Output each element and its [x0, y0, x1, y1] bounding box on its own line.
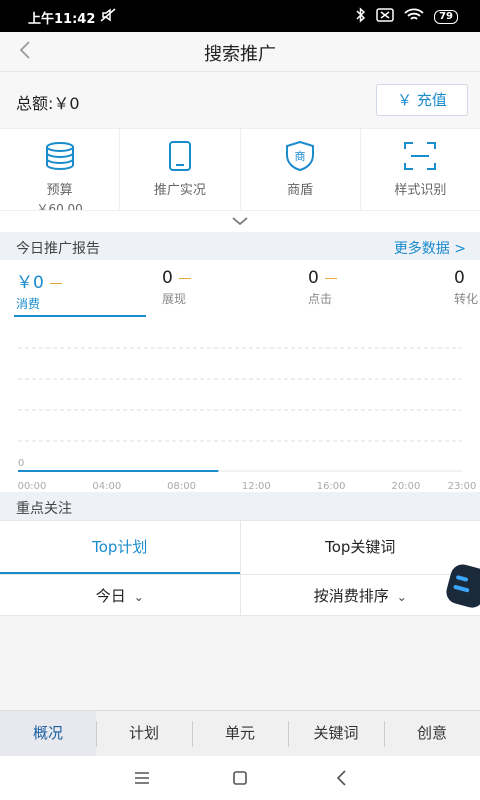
metric-impressions[interactable]: 0 展现 — [162, 268, 191, 307]
tab-overview[interactable]: 概况 — [0, 711, 96, 756]
bottom-tab-bar: 概况 计划 单元 关键词 创意 — [0, 710, 480, 756]
quick-style-recognition[interactable]: 样式识别 — [361, 129, 480, 210]
metric-impressions-value: 0 — [162, 268, 173, 288]
metric-clicks[interactable]: 0 点击 — [308, 268, 337, 307]
mute-icon — [100, 7, 118, 27]
report-title: 今日推广报告 — [16, 241, 100, 257]
menu-icon[interactable] — [132, 768, 152, 788]
back-icon[interactable] — [332, 768, 352, 788]
metric-active-indicator — [14, 315, 146, 317]
metric-cost-value: ￥0 — [16, 273, 44, 293]
quick-style-label: 样式识别 — [394, 183, 447, 198]
quick-actions: 预算 ￥60.00 推广实况 商 商盾 样式识别 — [0, 128, 480, 216]
chart-x-tick: 20:00 — [391, 481, 420, 492]
page-title: 搜索推广 — [204, 44, 276, 65]
sim-off-icon — [376, 8, 394, 26]
focus-header: 重点关注 — [0, 492, 480, 520]
metric-cost[interactable]: ￥0 消费 — [16, 268, 62, 312]
trend-chart: 0 00:00 04:00 08:00 12:00 16:00 20:00 23:00 — [0, 318, 480, 492]
chart-x-tick: 12:00 — [242, 481, 271, 492]
metric-conversions-label: 转化 — [454, 292, 479, 306]
total-amount: 总额:￥0 — [16, 94, 80, 113]
metric-conversions[interactable]: 0 转化 — [454, 268, 478, 307]
tablet-icon — [163, 141, 197, 175]
database-icon — [43, 142, 77, 175]
tab-plans[interactable]: 计划 — [96, 711, 192, 756]
home-icon[interactable] — [230, 768, 250, 788]
svg-text:商: 商 — [295, 149, 306, 163]
tab-keywords[interactable]: 关键词 — [288, 711, 384, 756]
robot-icon — [446, 564, 480, 608]
recharge-button[interactable]: ￥ 充值 — [376, 84, 468, 116]
chart-x-tick: 00:00 — [18, 481, 47, 492]
nav-bar: 搜索推广 — [0, 32, 480, 72]
chart-x-tick: 16:00 — [317, 481, 346, 492]
battery-icon: 79 — [434, 10, 458, 24]
date-filter-label: 今日 — [95, 587, 126, 605]
filters-row: 今日 ⌄ 按消费排序 ⌄ — [0, 574, 480, 616]
chart-y-tick: 0 — [18, 458, 24, 469]
sort-filter-label: 按消费排序 — [313, 587, 389, 605]
chevron-down-icon — [232, 217, 248, 226]
date-filter[interactable]: 今日 ⌄ — [0, 575, 241, 615]
metric-clicks-value: 0 — [308, 268, 319, 288]
status-time: 上午11:42 — [28, 12, 96, 27]
wifi-icon — [404, 8, 424, 26]
chevron-down-icon: ⌄ — [133, 590, 144, 604]
scan-icon — [403, 142, 437, 175]
expand-toggle[interactable] — [0, 210, 480, 232]
chart-x-tick: 23:00 — [448, 481, 477, 492]
focus-title: 重点关注 — [16, 501, 72, 517]
system-nav-bar — [0, 756, 480, 800]
bluetooth-icon — [356, 7, 366, 27]
shield-icon: 商 — [283, 140, 317, 175]
quick-shield-label: 商盾 — [287, 183, 314, 198]
more-data-link[interactable]: 更多数据 > — [394, 238, 466, 258]
report-header: 今日推广报告 更多数据 > — [0, 232, 480, 260]
chart-x-tick: 08:00 — [167, 481, 196, 492]
trend-chart-svg: 0 00:00 04:00 08:00 12:00 16:00 20:00 23:00 — [18, 347, 477, 492]
focus-tabs: Top计划 Top关键词 — [0, 520, 480, 574]
quick-shield[interactable]: 商 商盾 — [241, 129, 361, 210]
status-bar: 上午11:42 79 — [0, 0, 480, 32]
metric-clicks-label: 点击 — [308, 292, 333, 306]
chevron-down-icon: ⌄ — [396, 590, 407, 604]
quick-live-label: 推广实况 — [153, 183, 206, 198]
tab-units[interactable]: 单元 — [192, 711, 288, 756]
empty-list-area — [0, 616, 480, 710]
metric-conversions-value: 0 — [454, 268, 465, 288]
metric-impressions-label: 展现 — [162, 292, 187, 306]
metric-cost-label: 消费 — [16, 297, 41, 311]
tab-top-plans[interactable]: Top计划 — [0, 521, 241, 574]
assistant-float-button[interactable] — [442, 562, 480, 612]
quick-live[interactable]: 推广实况 — [120, 129, 241, 210]
account-summary: 总额:￥0 ￥ 充值 — [0, 72, 480, 128]
metrics-row: ￥0 消费 0 展现 0 点击 0 转化 — [0, 260, 480, 318]
quick-budget-label: 预算 — [46, 183, 73, 198]
chart-x-tick: 04:00 — [92, 481, 121, 492]
tab-creatives[interactable]: 创意 — [384, 711, 480, 756]
quick-budget[interactable]: 预算 ￥60.00 — [0, 129, 121, 216]
